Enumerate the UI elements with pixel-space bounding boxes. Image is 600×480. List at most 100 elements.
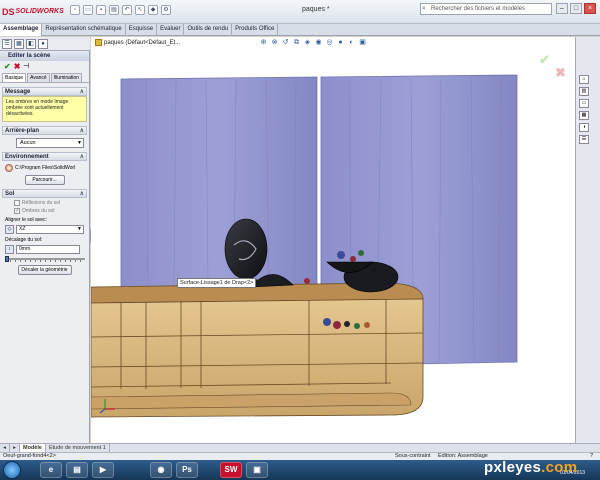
large-black-egg [224, 218, 268, 280]
new-document-icon[interactable]: ▫ [70, 5, 80, 15]
tab-basique[interactable]: Basique [2, 73, 27, 82]
tab-etude-de-mouvement[interactable]: Etude de mouvement 1 [46, 444, 110, 452]
graphics-area[interactable]: paques (Défaut<Défaut_Et... ⊕ ⊗ ↺ ⧉ ◈ ◉ … [91, 37, 575, 443]
start-button[interactable] [3, 461, 21, 479]
solidworks-resources-icon[interactable]: ⌂ [579, 75, 589, 84]
view-palette-icon[interactable]: ▦ [579, 111, 589, 120]
rebuild-icon[interactable]: ◆ [148, 5, 158, 15]
message-text: Les ombres en mode Image ombrée sont act… [2, 96, 87, 122]
custom-properties-icon[interactable]: ☰ [579, 135, 589, 144]
file-explorer-taskbar-icon[interactable]: ▤ [66, 462, 88, 478]
zoom-to-fit-icon[interactable]: ⊕ [259, 39, 268, 48]
slider-thumb[interactable] [5, 256, 9, 262]
floor-offset-row: ↕ 0mm [5, 245, 87, 254]
message-header[interactable]: Message [2, 87, 87, 97]
background-header[interactable]: Arrière-plan [2, 126, 87, 136]
message-section: Message Les ombres en mode Image ombrée … [2, 87, 87, 122]
feature-manager-icon[interactable]: ☰ [2, 39, 12, 49]
search-input[interactable]: ⌕ Rechercher des fichiers et modèles [420, 3, 552, 15]
hide-show-icon[interactable]: ◎ [325, 39, 334, 48]
tab-avance[interactable]: Avancé [27, 73, 50, 82]
browse-button[interactable]: Parcourir... [24, 175, 65, 185]
zoom-to-area-icon[interactable]: ⊗ [270, 39, 279, 48]
select-arrow-icon[interactable]: ↖ [135, 5, 145, 15]
tab-evaluer[interactable]: Evaluer [157, 24, 185, 36]
configuration-manager-icon[interactable]: ◧ [26, 39, 36, 49]
3d-scene[interactable] [91, 37, 575, 443]
ds-logo-icon: DS [2, 6, 15, 17]
firefox-icon[interactable]: ◉ [150, 462, 172, 478]
open-folder-icon[interactable]: ▭ [83, 5, 93, 15]
undo-icon[interactable]: ↶ [122, 5, 132, 15]
pin-icon[interactable]: ⊣ [23, 63, 29, 71]
floor-shadows-label: Ombres du sol [22, 208, 55, 214]
photoshop-icon[interactable]: Ps [176, 462, 198, 478]
ok-check-icon[interactable]: ✔ [4, 63, 11, 71]
apply-scene-icon[interactable]: ◐ [347, 39, 356, 48]
plane-icon: ◇ [5, 225, 14, 234]
environment-sphere-icon [5, 164, 13, 172]
media-player-icon[interactable]: ▶ [92, 462, 114, 478]
close-button[interactable]: × [584, 3, 596, 14]
breadcrumb[interactable]: paques (Défaut<Défaut_Et... [95, 39, 180, 46]
view-settings-icon[interactable]: ▣ [358, 39, 367, 48]
breadcrumb-text: paques (Défaut<Défaut_Et... [104, 39, 181, 46]
appearances-icon[interactable]: ◑ [579, 123, 589, 132]
floor-header[interactable]: Sol [2, 189, 87, 199]
section-view-icon[interactable]: ⧉ [292, 39, 301, 48]
print-icon[interactable]: ▤ [109, 5, 119, 15]
last-tab-arrow-icon[interactable]: ▸ [10, 444, 20, 452]
maximize-button[interactable]: □ [570, 3, 582, 14]
tab-assemblage[interactable]: Assemblage [0, 24, 43, 36]
options-gear-icon[interactable]: ⚙ [161, 5, 171, 15]
tab-representation-schematique[interactable]: Représentation schématique [42, 24, 126, 36]
tab-illumination[interactable]: Illumination [50, 73, 82, 82]
floor-offset-input[interactable]: 0mm [16, 245, 80, 254]
minimize-button[interactable]: – [556, 3, 568, 14]
heads-up-view-toolbar: ⊕ ⊗ ↺ ⧉ ◈ ◉ ◎ ● ◐ ▣ [259, 39, 367, 48]
file-explorer-icon[interactable]: ▭ [579, 99, 589, 108]
floor-reflections-checkbox[interactable]: Réflexions du sol [14, 200, 87, 206]
design-library-icon[interactable]: ▥ [579, 87, 589, 96]
photo-viewer-icon[interactable]: ▣ [246, 462, 268, 478]
tab-outils-de-rendu[interactable]: Outils de rendu [184, 24, 233, 36]
solidworks-logo[interactable]: DS SOLIDWORKS [2, 5, 64, 18]
save-icon[interactable]: ▪ [96, 5, 106, 15]
display-style-icon[interactable]: ◉ [314, 39, 323, 48]
cancel-x-icon[interactable]: ✖ [14, 63, 21, 71]
previous-view-icon[interactable]: ↺ [281, 39, 290, 48]
edit-appearance-icon[interactable]: ● [336, 39, 345, 48]
slider-ticks [5, 260, 85, 262]
internet-explorer-icon[interactable]: e [40, 462, 62, 478]
selection-tooltip: Surface-Lissage1 de Drap<2> [177, 278, 257, 288]
property-manager-icon[interactable]: ▦ [14, 39, 24, 49]
panel-tabs: Basique Avancé Illumination [0, 73, 89, 83]
flip-geometry-button[interactable]: Décaler la géométrie [17, 265, 72, 275]
tab-modele[interactable]: Modèle [20, 444, 46, 452]
view-orientation-icon[interactable]: ◈ [303, 39, 312, 48]
solidworks-taskbar-icon[interactable]: SW [220, 462, 242, 478]
chevron-down-icon: ▼ [77, 226, 82, 232]
panel-title: Editer la scène [0, 51, 89, 61]
search-icon: ⌕ [422, 5, 426, 12]
confirm-corner-cancel-icon[interactable]: ✖ [555, 65, 566, 81]
floor-offset-slider[interactable] [5, 256, 85, 262]
environment-header[interactable]: Environnement [2, 152, 87, 162]
floor-offset-label: Décalage du sol: [5, 237, 43, 243]
background-select-value: Aucun [20, 140, 36, 146]
bottom-tabs: ◂ ▸ Modèle Etude de mouvement 1 [0, 443, 600, 452]
watermark-text: pxleyes [484, 459, 542, 476]
align-floor-select[interactable]: XZ ▼ [16, 225, 84, 234]
floor-shadows-checkbox[interactable]: ✓ Ombres du sol [14, 208, 87, 214]
pxleyes-watermark: pxleyes.com [484, 459, 577, 476]
help-icon[interactable]: ? [590, 453, 593, 460]
watermark-suffix: .com [541, 459, 578, 476]
background-select[interactable]: Aucun ▼ [16, 138, 84, 148]
offset-distance-icon: ↕ [5, 245, 14, 254]
display-manager-icon[interactable]: ● [38, 39, 48, 49]
tab-produits-office[interactable]: Produits Office [232, 24, 279, 36]
command-manager-tabs: Assemblage Représentation schématique Es… [0, 24, 600, 36]
confirm-corner-ok-icon[interactable]: ✔ [539, 52, 550, 68]
first-tab-arrow-icon[interactable]: ◂ [0, 444, 10, 452]
tab-esquisse[interactable]: Esquisse [126, 24, 158, 36]
